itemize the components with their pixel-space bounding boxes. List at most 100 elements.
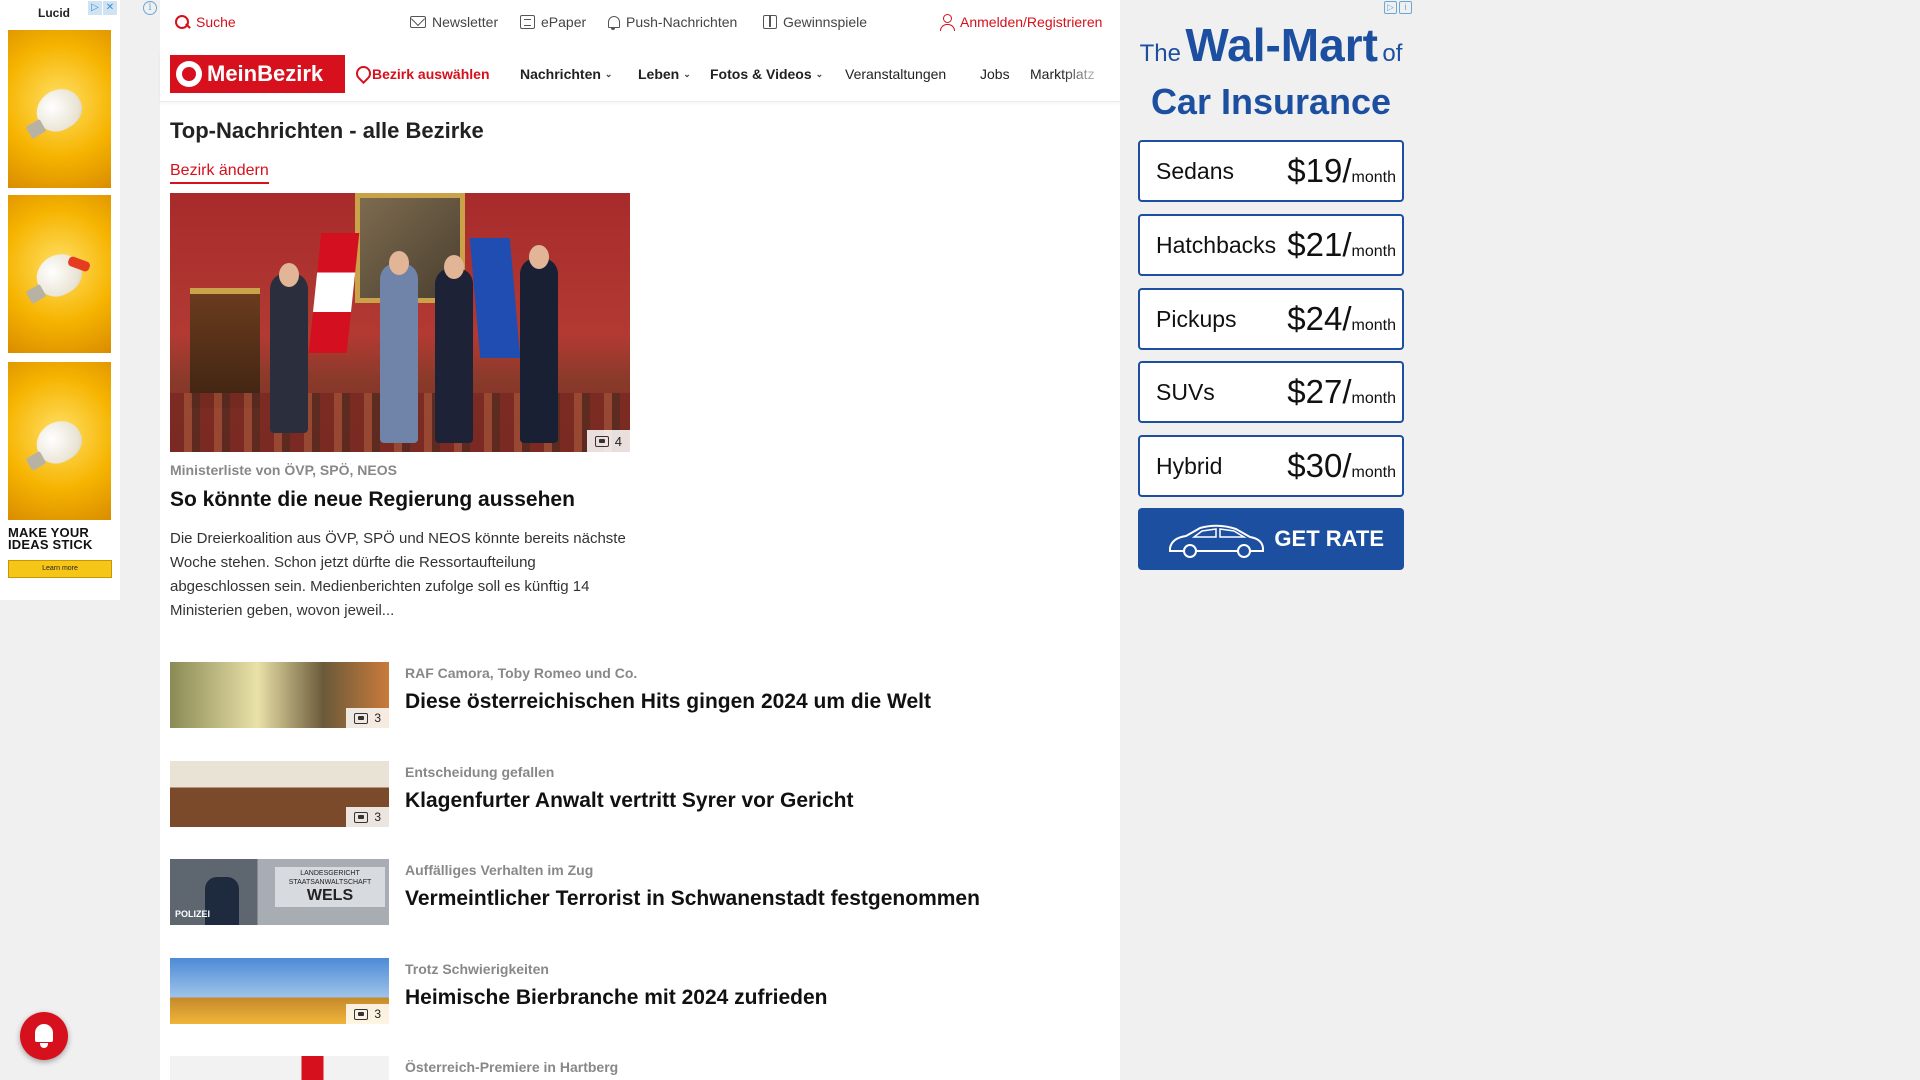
rate-unit: month — [1351, 317, 1396, 334]
nav-item-photos-videos[interactable]: Fotos & Videos ⌄ — [710, 66, 823, 82]
contests-link[interactable]: Gewinnspiele — [763, 14, 867, 30]
ad-image-bulb — [8, 195, 111, 353]
newsletter-link[interactable]: Newsletter — [410, 14, 498, 30]
image-count: 4 — [614, 433, 622, 449]
contests-label: Gewinnspiele — [783, 14, 868, 30]
teaser-title-link[interactable]: Vermeintlicher Terrorist in Schwanenstad… — [405, 887, 980, 911]
list-item[interactable]: 3 Entscheidung gefallen Klagenfurter Anw… — [170, 761, 1120, 827]
rate-option-hatchbacks[interactable]: Hatchbacks $21/month — [1138, 214, 1404, 276]
court-sign-big-text: WELS — [306, 887, 354, 904]
ad-headline-the: The — [1139, 40, 1181, 67]
teaser-kicker: Auffälliges Verhalten im Zug — [405, 862, 594, 878]
teaser-title-link[interactable]: Diese österreichischen Hits gingen 2024 … — [405, 690, 931, 714]
site-logo[interactable]: MeinBezirk — [170, 55, 345, 93]
rate-option-suvs[interactable]: SUVs $27/month — [1138, 361, 1404, 423]
adchoices-icon[interactable]: ▷ i — [1384, 1, 1412, 14]
hero-kicker: Ministerliste von ÖVP, SPÖ, NEOS — [170, 462, 397, 478]
teaser-thumbnail[interactable]: 3 — [170, 761, 389, 827]
teaser-thumbnail[interactable]: 3 — [170, 662, 389, 728]
login-link[interactable]: Anmelden/Registrieren — [940, 14, 1102, 31]
push-notifications-link[interactable]: Push-Nachrichten — [606, 14, 737, 30]
rate-category: Hatchbacks — [1156, 231, 1277, 258]
nav-item-jobs[interactable]: Jobs — [980, 66, 1010, 82]
gallery-icon — [354, 1008, 369, 1020]
teaser-title-link[interactable]: Heimische Bierbranche mit 2024 zufrieden — [405, 986, 828, 1010]
image-count-badge: 3 — [346, 807, 389, 827]
image-count: 3 — [374, 810, 381, 824]
change-district-link[interactable]: Bezirk ändern — [170, 162, 269, 184]
get-rate-label: GET RATE — [1274, 526, 1384, 551]
ad-headline-line2: Car Insurance — [1150, 81, 1392, 122]
top-utility-bar: Suche Newsletter ePaper Push-Nachrichten… — [160, 0, 1120, 46]
rate-price: $27 — [1287, 373, 1343, 410]
push-notification-button[interactable] — [20, 1012, 68, 1060]
main-nav: MeinBezirk Bezirk auswählen Nachrichten ⌄… — [160, 48, 1120, 102]
teaser-thumbnail[interactable]: POLIZEI LANDESGERICHT STAATSANWALTSCHAFT… — [170, 859, 389, 925]
gallery-icon — [354, 712, 369, 724]
adchoices-icon[interactable]: ▷ ✕ — [88, 1, 117, 15]
search-link[interactable]: Suche — [174, 14, 236, 30]
left-ad-banner[interactable]: Lucid ▷ ✕ MAKE YOUR IDEAS STICK Learn mor… — [0, 0, 120, 600]
image-count-badge: 4 — [586, 430, 630, 452]
epaper-link[interactable]: ePaper — [520, 14, 586, 30]
bell-icon — [33, 1024, 55, 1048]
teaser-thumbnail[interactable]: 3 — [170, 958, 389, 1024]
chevron-down-icon: ⌄ — [683, 68, 691, 79]
nav-item-label: Leben — [638, 66, 680, 82]
ad-learn-more-button[interactable]: Learn more — [8, 560, 112, 578]
image-count-badge: 3 — [346, 708, 389, 728]
gallery-icon — [354, 811, 369, 823]
chevron-down-icon: ⌄ — [604, 68, 613, 79]
logo-sun-icon — [176, 61, 202, 87]
newspaper-icon — [520, 15, 535, 29]
gallery-icon — [594, 435, 609, 447]
rate-category: Sedans — [1156, 157, 1235, 184]
car-icon — [1169, 524, 1264, 558]
select-district-label: Bezirk auswählen — [372, 66, 490, 82]
bell-icon — [606, 15, 620, 30]
list-item[interactable]: POLIZEI LANDESGERICHT STAATSANWALTSCHAFT… — [170, 859, 1120, 925]
ad-info-icon[interactable]: i — [143, 1, 157, 15]
ad-image-bulb — [8, 30, 111, 188]
rate-unit: month — [1351, 464, 1396, 481]
rate-unit: month — [1351, 243, 1396, 260]
ad-slogan: MAKE YOUR IDEAS STICK — [8, 525, 93, 552]
image-count-badge: 3 — [346, 1004, 389, 1024]
user-icon — [940, 14, 955, 31]
list-item[interactable]: Österreich-Premiere in Hartberg — [170, 1056, 1120, 1080]
nav-item-life[interactable]: Leben ⌄ — [638, 66, 691, 82]
get-rate-button[interactable]: GET RATE — [1138, 508, 1404, 570]
hero-image[interactable]: 4 — [170, 193, 630, 452]
teaser-kicker: Österreich-Premiere in Hartberg — [405, 1059, 619, 1075]
court-sign: LANDESGERICHT STAATSANWALTSCHAFT WELS — [275, 867, 385, 907]
rate-category: Pickups — [1156, 305, 1237, 332]
select-district-button[interactable]: Bezirk auswählen — [356, 66, 490, 82]
main-content: Suche Newsletter ePaper Push-Nachrichten… — [160, 0, 1120, 1080]
ad-image-bulb — [8, 362, 111, 520]
rate-option-sedans[interactable]: Sedans $19/month — [1138, 140, 1404, 202]
rate-option-pickups[interactable]: Pickups $24/month — [1138, 288, 1404, 350]
rate-option-hybrid[interactable]: Hybrid $30/month — [1138, 435, 1404, 497]
hero-title-link[interactable]: So könnte die neue Regierung aussehen — [170, 488, 575, 512]
search-icon — [174, 14, 190, 30]
teaser-thumbnail[interactable] — [170, 1056, 389, 1080]
rate-price: $30 — [1287, 447, 1343, 484]
nav-item-events[interactable]: Veranstaltungen — [845, 66, 946, 82]
epaper-label: ePaper — [541, 14, 587, 30]
ad-brand-label: Lucid — [38, 6, 70, 20]
teaser-kicker: Entscheidung gefallen — [405, 764, 555, 780]
push-label: Push-Nachrichten — [626, 14, 738, 30]
rate-price: $24 — [1287, 300, 1343, 337]
rate-category: Hybrid — [1156, 452, 1223, 479]
page-title: Top-Nachrichten - alle Bezirke — [170, 118, 484, 143]
list-item[interactable]: 3 Trotz Schwierigkeiten Heimische Bierbr… — [170, 958, 1120, 1024]
logo-text: MeinBezirk — [207, 61, 324, 86]
list-item[interactable]: 3 RAF Camora, Toby Romeo und Co. Diese ö… — [170, 662, 1120, 728]
mail-icon — [410, 16, 426, 28]
nav-item-label: Fotos & Videos — [710, 66, 812, 82]
ad-headline: The Wal-Mart of Car Insurance — [1126, 22, 1416, 124]
teaser-title-link[interactable]: Klagenfurter Anwalt vertritt Syrer vor G… — [405, 789, 854, 813]
court-sign-small-text: LANDESGERICHT STAATSANWALTSCHAFT — [288, 870, 372, 886]
nav-item-news[interactable]: Nachrichten ⌄ — [520, 66, 612, 82]
right-ad-banner[interactable]: ▷ i The Wal-Mart of Car Insurance Sedans … — [1120, 0, 1420, 600]
